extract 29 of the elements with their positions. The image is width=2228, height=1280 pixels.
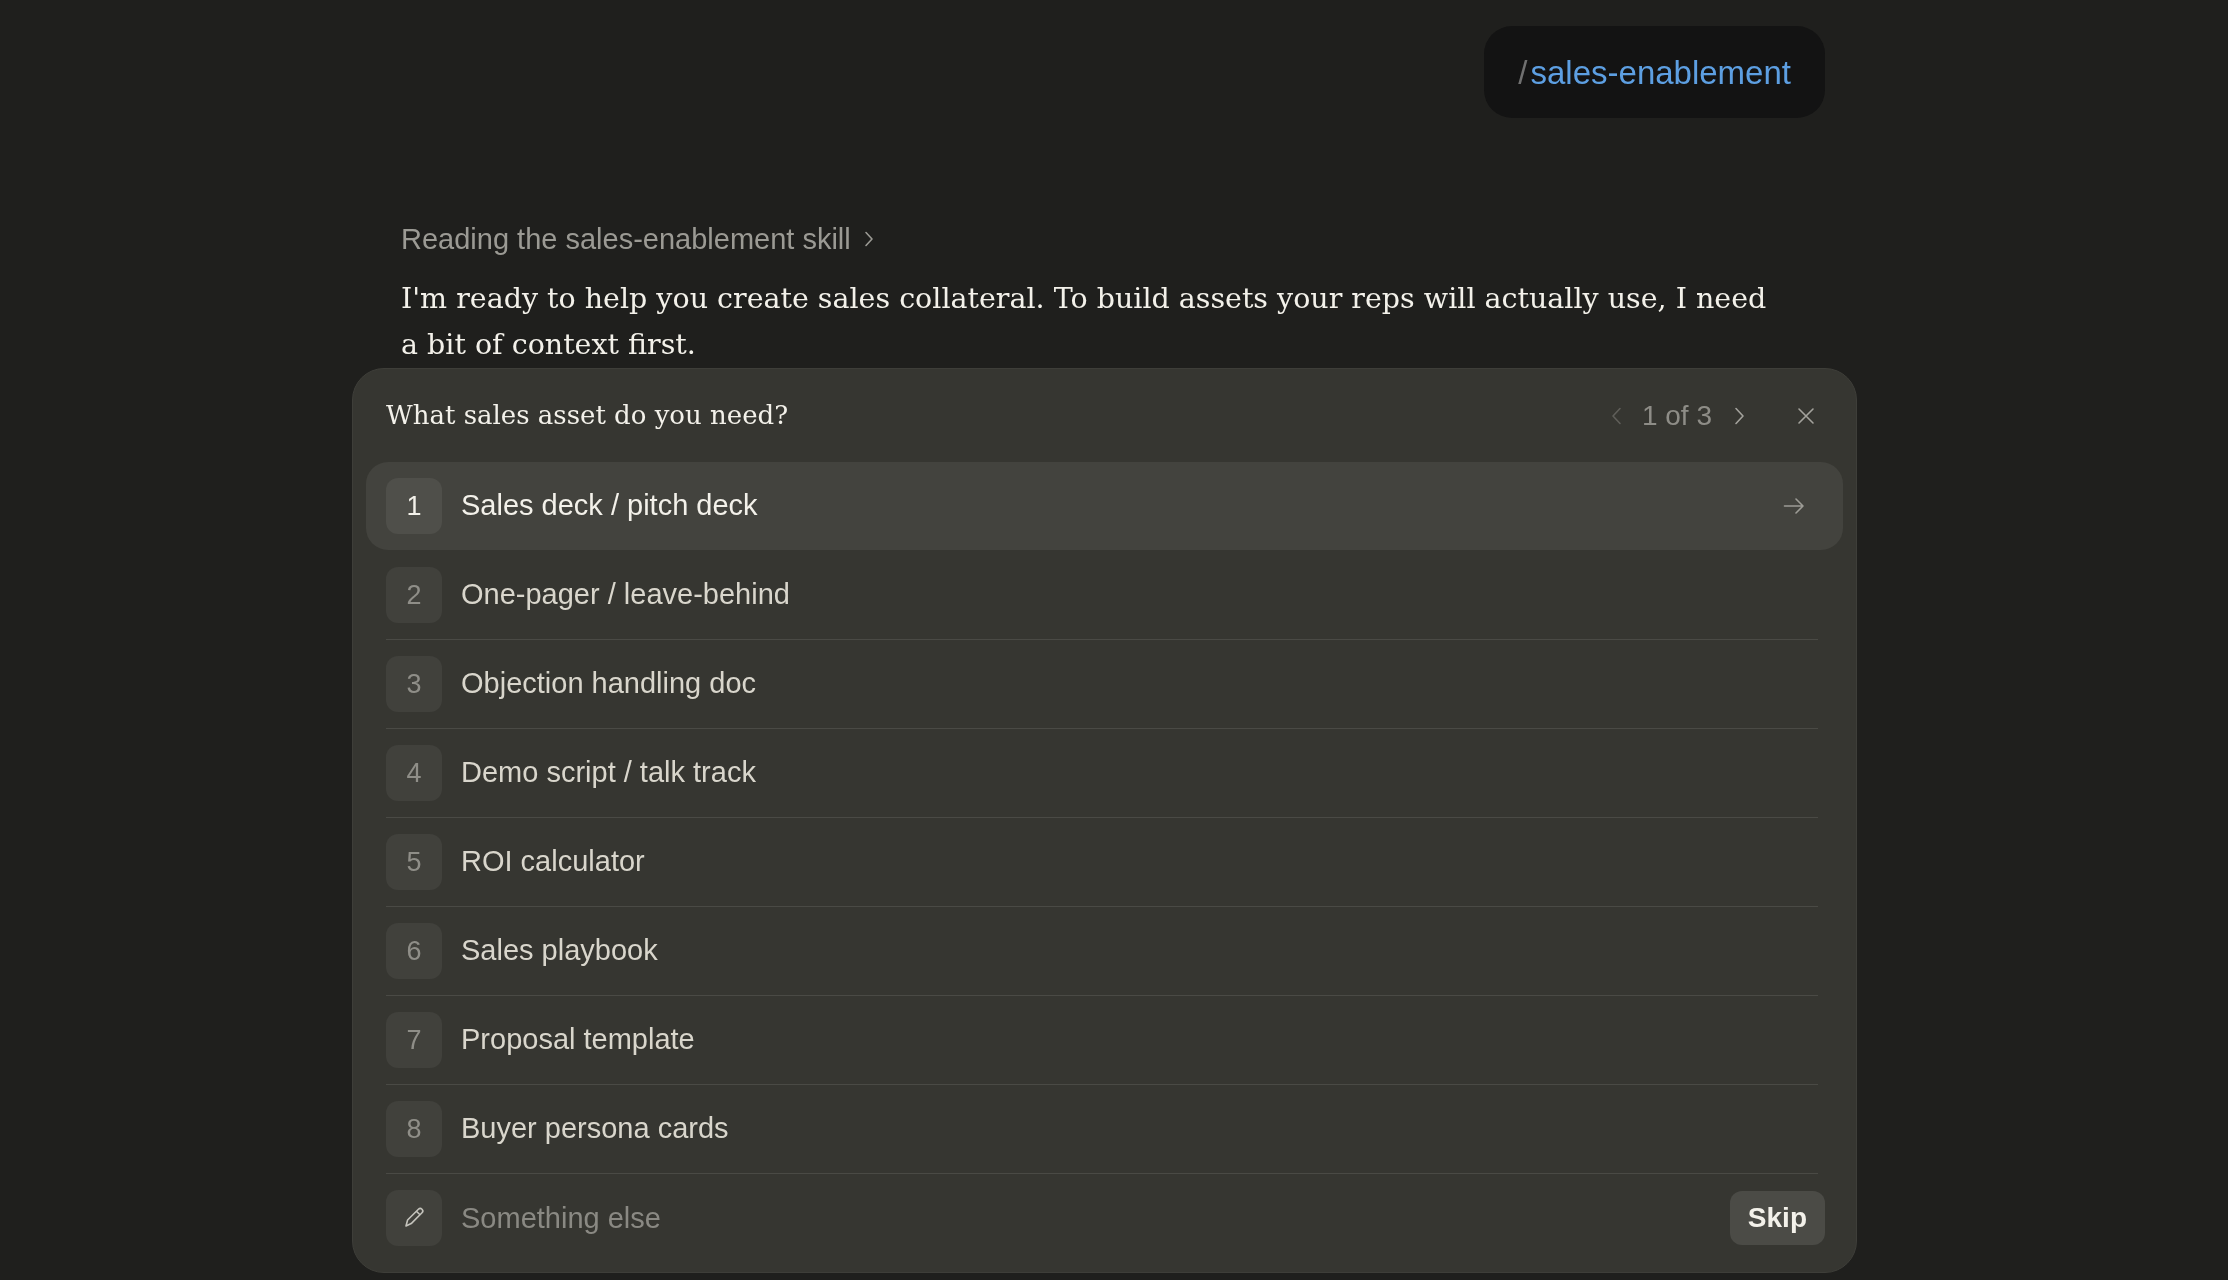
option-item[interactable]: 3 Objection handling doc	[366, 640, 1843, 728]
number-badge: 7	[386, 1012, 442, 1068]
option-item[interactable]: 5 ROI calculator	[366, 818, 1843, 906]
custom-answer-field[interactable]: Something else	[461, 1191, 1714, 1245]
option-item[interactable]: 6 Sales playbook	[366, 907, 1843, 995]
option-item[interactable]: 1 Sales deck / pitch deck	[366, 462, 1843, 550]
option-item[interactable]: 7 Proposal template	[366, 996, 1843, 1084]
skip-button[interactable]: Skip	[1729, 1191, 1825, 1245]
pencil-icon	[386, 1190, 442, 1246]
question-text: What sales asset do you need?	[386, 399, 789, 432]
page-indicator: 1 of 3	[1641, 398, 1712, 433]
number-badge: 4	[386, 745, 442, 801]
command-name: sales-enablement	[1530, 55, 1791, 89]
skill-status-toggle[interactable]: Reading the sales-enablement skill	[401, 222, 874, 256]
number-badge: 5	[386, 834, 442, 890]
close-icon	[1797, 406, 1815, 425]
number-badge: 6	[386, 923, 442, 979]
arrow-right-icon	[1783, 497, 1805, 515]
number-badge: 2	[386, 567, 442, 623]
chevron-left-icon	[1610, 406, 1622, 425]
chevron-right-icon	[1734, 406, 1745, 425]
option-item[interactable]: 4 Demo script / talk track	[366, 729, 1843, 817]
number-badge: 1	[386, 478, 442, 534]
number-badge: 8	[386, 1101, 442, 1157]
command-prefix: /	[1518, 55, 1528, 89]
option-item[interactable]: 8 Buyer persona cards	[366, 1085, 1843, 1173]
number-badge: 3	[386, 656, 442, 712]
assistant-message: I'm ready to help you create sales collateral. To build assets your reps will actually use, I need a bit of context first.	[401, 281, 1768, 363]
option-item[interactable]: 2 One-pager / leave-behind	[366, 551, 1843, 639]
